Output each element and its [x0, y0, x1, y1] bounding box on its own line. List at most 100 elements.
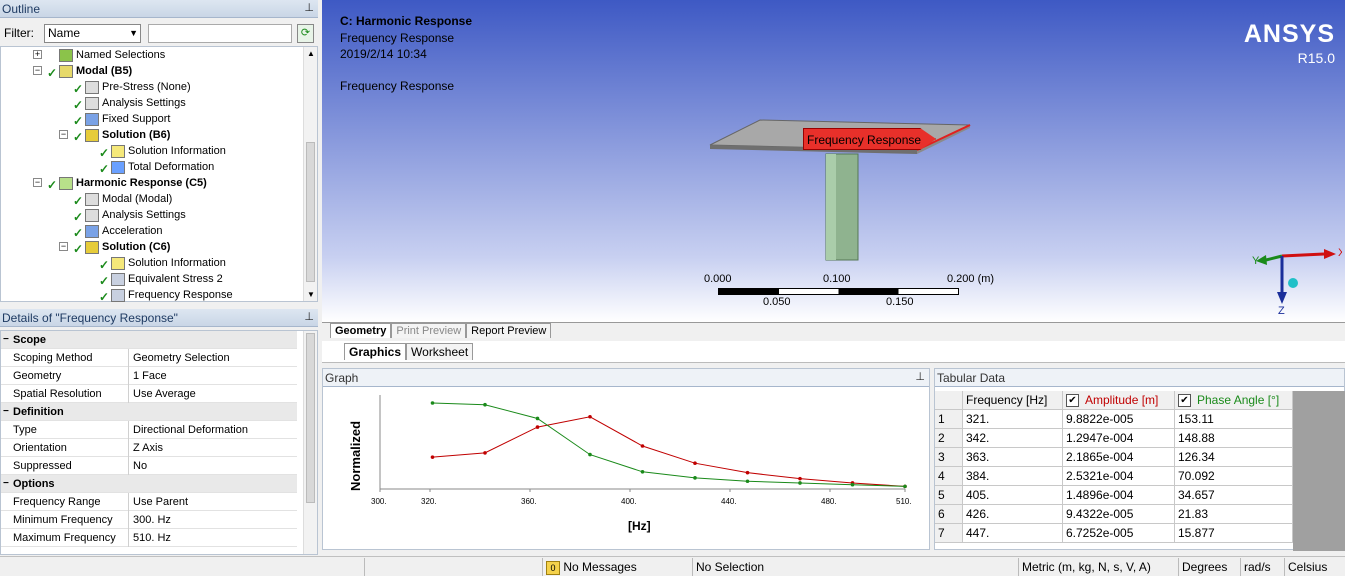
row-index[interactable]: 2 [935, 429, 963, 448]
table-cell: 363. [963, 448, 1063, 467]
table-cell: 426. [963, 505, 1063, 524]
table-corner[interactable] [935, 391, 963, 410]
tree-item[interactable]: Named Selections [59, 47, 165, 63]
table-cell: 9.8822e-005 [1063, 410, 1175, 429]
column-header-label: Amplitude [m] [1085, 393, 1159, 407]
outline-panel: Outline ⊥ Filter: Name ▼ ⟳ + Named Select… [0, 0, 318, 304]
row-index[interactable]: 6 [935, 505, 963, 524]
tab-graphics[interactable]: Graphics [344, 343, 407, 360]
details-section-header[interactable]: − Definition [1, 403, 297, 421]
row-index[interactable]: 7 [935, 524, 963, 543]
tree-item[interactable]: ✓ Modal (B5) [47, 63, 132, 80]
tab-print-preview[interactable]: Print Preview [391, 323, 467, 338]
details-value[interactable]: Geometry Selection [131, 349, 230, 367]
graphics-viewport[interactable]: C: Harmonic Response Frequency Response … [322, 0, 1345, 322]
status-check-icon: ✓ [47, 66, 58, 80]
column-header-amplitude[interactable]: ✔ Amplitude [m] [1063, 391, 1175, 410]
row-index[interactable]: 4 [935, 467, 963, 486]
tree-item-label: Solution Information [128, 257, 226, 269]
details-value[interactable]: 510. Hz [131, 529, 171, 547]
series-point-0 [745, 470, 750, 475]
axis-triad[interactable]: X Y Z [1252, 240, 1342, 318]
details-value[interactable]: Use Parent [131, 493, 188, 511]
graph-panel: Graph ⊥ 300. 320. 360. 400. 440. 480. 510. Nor… [322, 368, 930, 550]
details-row[interactable]: Suppressed No [1, 457, 297, 475]
tree-item-label: Solution (B6) [102, 129, 171, 141]
details-section-header[interactable]: − Scope [1, 331, 297, 349]
tabular-grid: Frequency [Hz] ✔ Amplitude [m] ✔ Phase Angle… [935, 391, 1293, 551]
details-row[interactable]: Geometry 1 Face [1, 367, 297, 385]
x-tick-label: 440. [721, 497, 737, 506]
series-point-0 [483, 451, 487, 455]
tab-report-preview[interactable]: Report Preview [466, 323, 552, 338]
details-value[interactable]: No [131, 457, 147, 475]
tree-item[interactable]: ✓ Equivalent Stress 2 [99, 271, 223, 288]
status-units[interactable]: Metric (m, kg, N, s, V, A) [1018, 558, 1178, 576]
details-row[interactable]: Minimum Frequency 300. Hz [1, 511, 297, 529]
fixed-support-icon [85, 112, 99, 126]
series-point-1 [693, 476, 697, 480]
column-header-phase[interactable]: ✔ Phase Angle [°] [1175, 391, 1293, 410]
details-row[interactable]: Frequency Range Use Parent [1, 493, 297, 511]
row-index[interactable]: 3 [935, 448, 963, 467]
tree-item[interactable]: ✓ Frequency Response [99, 287, 233, 304]
details-row[interactable]: Maximum Frequency 510. Hz [1, 529, 297, 547]
details-row[interactable]: Spatial Resolution Use Average [1, 385, 297, 403]
tab-geometry[interactable]: Geometry [330, 323, 392, 338]
column-header-frequency[interactable]: Frequency [Hz] [963, 391, 1063, 410]
tree-expander[interactable]: − [33, 66, 42, 75]
tree-item[interactable]: ✓ Solution Information [99, 255, 226, 272]
details-row[interactable]: Scoping Method Geometry Selection [1, 349, 297, 367]
tree-expander[interactable]: − [59, 130, 68, 139]
details-row[interactable]: Orientation Z Axis [1, 439, 297, 457]
row-index[interactable]: 1 [935, 410, 963, 429]
probe-label[interactable]: Frequency Response [803, 128, 937, 150]
details-key: Geometry [1, 367, 129, 385]
outline-scrollbar[interactable]: ▲ ▼ [303, 47, 317, 301]
tree-item[interactable]: ✓ Solution (B6) [73, 127, 171, 144]
tree-item[interactable]: ✓ Modal (Modal) [73, 191, 173, 208]
tree-item[interactable]: ✓ Analysis Settings [73, 95, 186, 112]
filter-input[interactable] [148, 24, 292, 43]
tree-item[interactable]: ✓ Fixed Support [73, 111, 170, 128]
pin-icon[interactable]: ⊥ [915, 370, 925, 383]
tree-item[interactable]: ✓ Analysis Settings [73, 207, 186, 224]
column-checkbox[interactable]: ✔ [1066, 394, 1079, 408]
tree-expander[interactable]: − [33, 178, 42, 187]
details-row[interactable]: Type Directional Deformation [1, 421, 297, 439]
scale-label-0: 0.000 [704, 273, 732, 285]
details-key: Scope [13, 334, 47, 346]
filter-select[interactable]: Name ▼ [44, 24, 141, 43]
tab-worksheet[interactable]: Worksheet [406, 343, 474, 360]
details-value[interactable]: Use Average [131, 385, 196, 403]
tree-item[interactable]: ✓ Solution Information [99, 143, 226, 160]
status-temperature-units[interactable]: Celsius [1284, 558, 1345, 576]
harmonic-response-icon [59, 176, 73, 190]
viewport-subtitle: Frequency Response [340, 31, 455, 45]
tree-item[interactable]: ✓ Acceleration [73, 223, 163, 240]
pin-icon[interactable]: ⊥ [304, 1, 314, 14]
tree-item[interactable]: ✓ Solution (C6) [73, 239, 170, 256]
details-value[interactable]: Directional Deformation [131, 421, 248, 439]
tree-item[interactable]: ✓ Total Deformation [99, 159, 214, 176]
pin-icon[interactable]: ⊥ [304, 310, 314, 323]
column-checkbox[interactable]: ✔ [1178, 394, 1191, 408]
tree-expander[interactable]: − [59, 242, 68, 251]
x-tick-label: 400. [621, 497, 637, 506]
status-messages[interactable]: 0 No Messages [542, 558, 692, 576]
tree-expander[interactable]: + [33, 50, 42, 59]
status-angle-units[interactable]: Degrees [1178, 558, 1240, 576]
details-value[interactable]: 1 Face [131, 367, 167, 385]
row-index[interactable]: 5 [935, 486, 963, 505]
tree-item[interactable]: ✓ Harmonic Response (C5) [47, 175, 207, 192]
frequency-response-chart[interactable]: 300. 320. 360. 400. 440. 480. 510. Normalized … [323, 389, 929, 549]
details-value[interactable]: 300. Hz [131, 511, 171, 529]
tree-item-label: Modal (Modal) [102, 193, 173, 205]
named-selections-icon [59, 48, 73, 62]
details-section-header[interactable]: − Options [1, 475, 297, 493]
details-value[interactable]: Z Axis [131, 439, 163, 457]
details-scrollbar[interactable] [303, 331, 317, 554]
status-rate-units[interactable]: rad/s [1240, 558, 1284, 576]
refresh-icon[interactable]: ⟳ [297, 24, 314, 43]
tree-item[interactable]: ✓ Pre-Stress (None) [73, 79, 191, 96]
